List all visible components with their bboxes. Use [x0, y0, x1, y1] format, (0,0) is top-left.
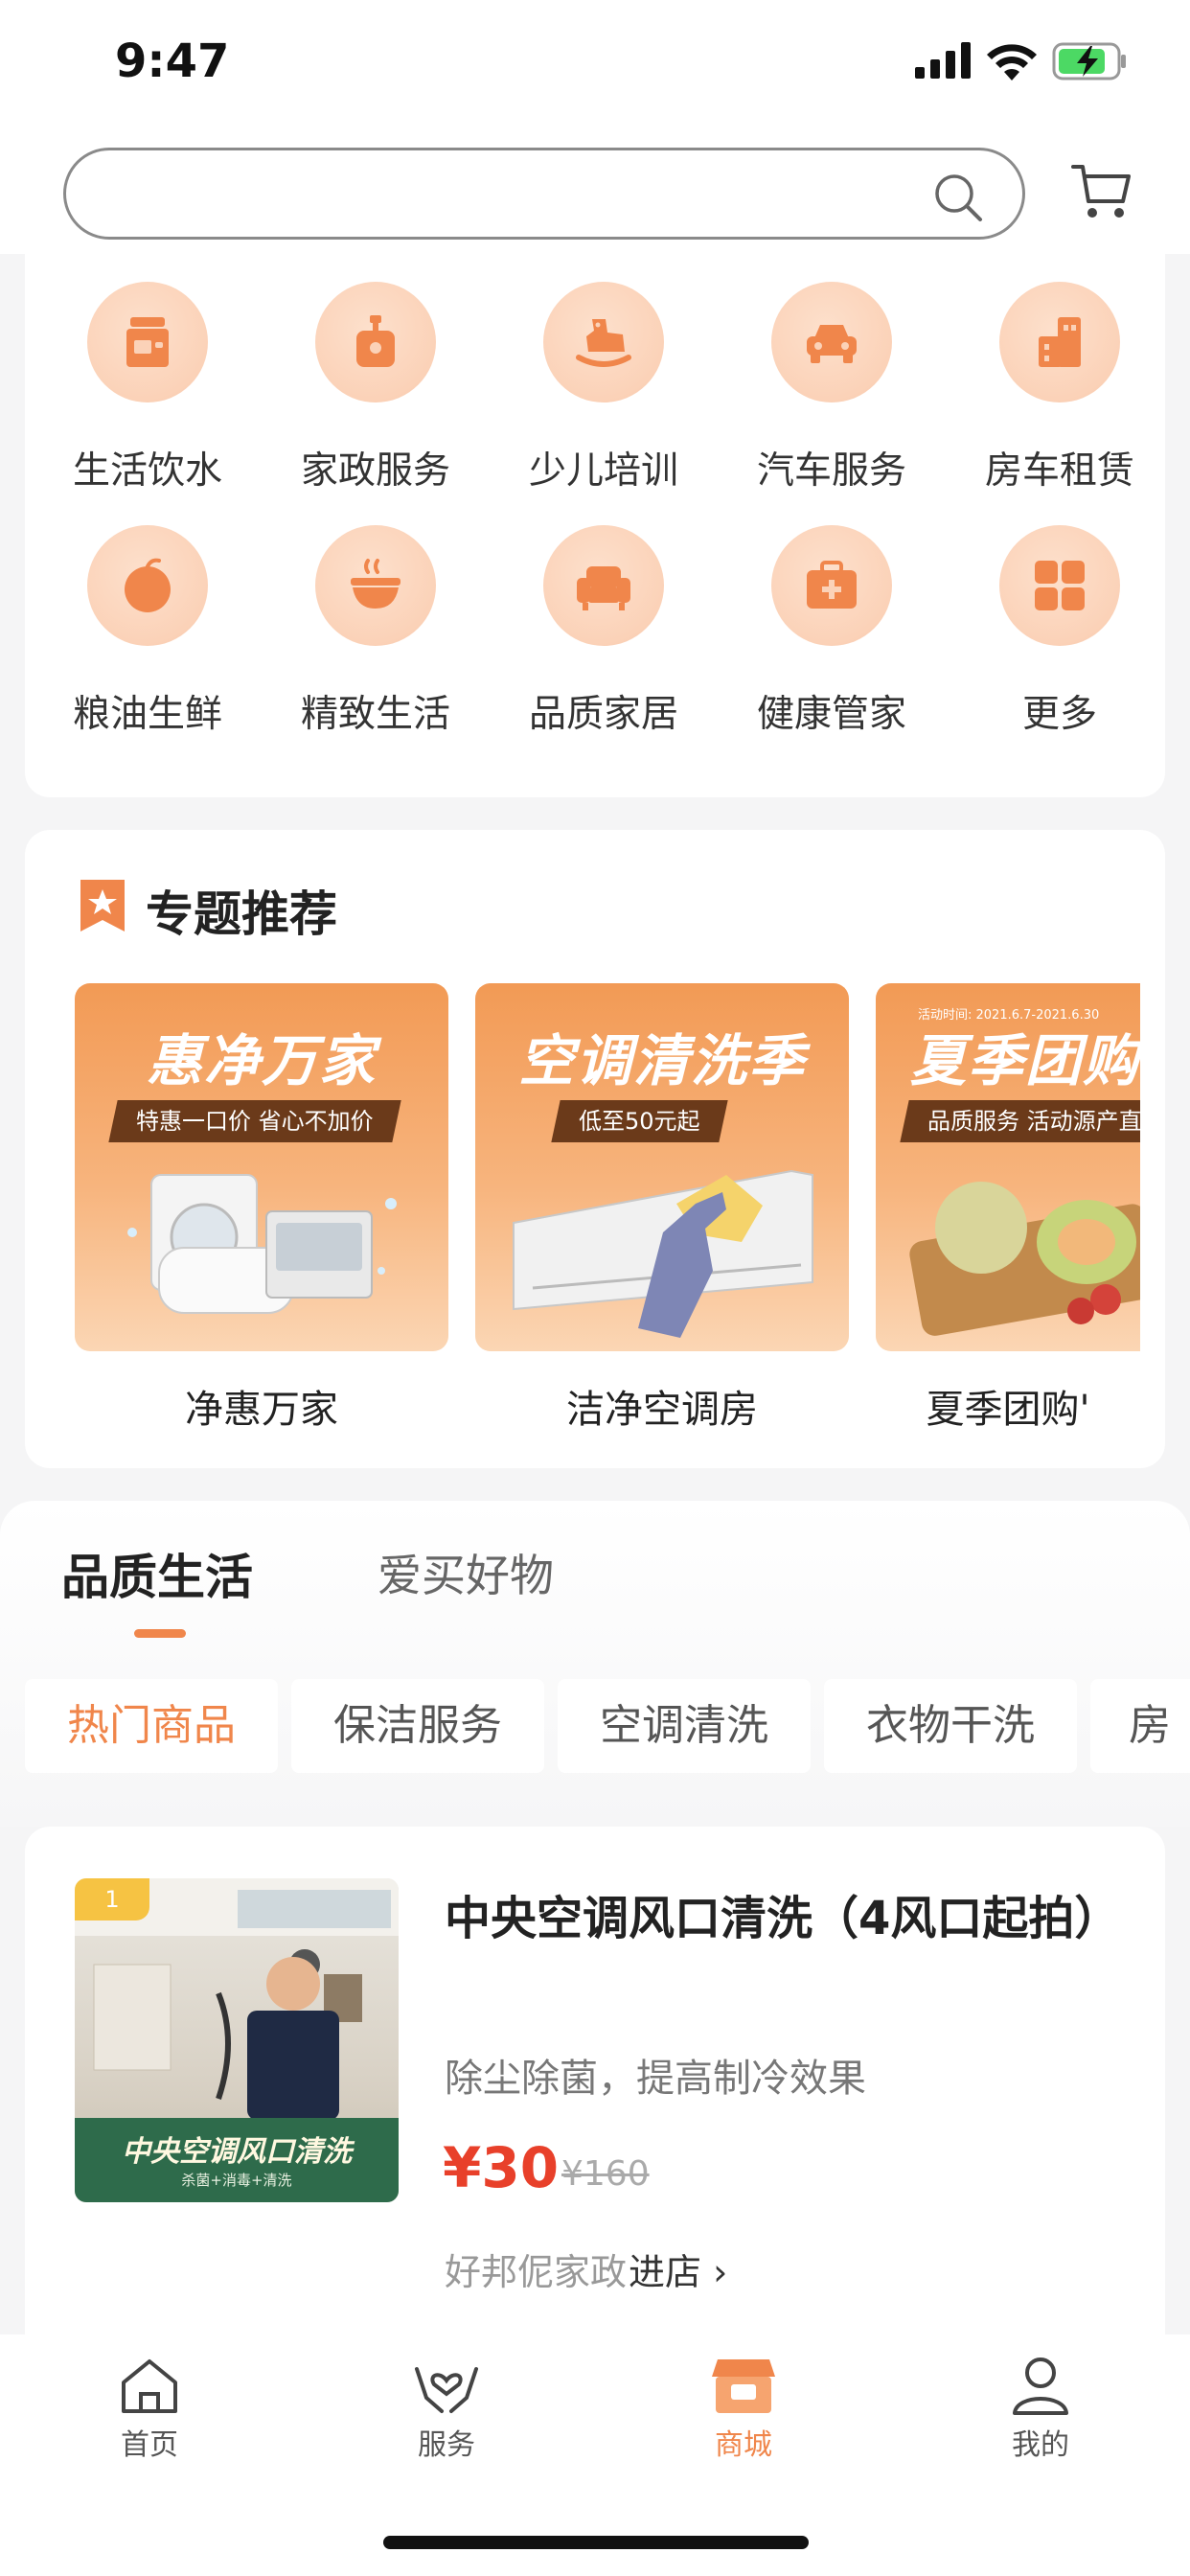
nav-label: 首页 [121, 2428, 178, 2462]
category-item-quality-home[interactable]: 品质家居 [498, 525, 709, 755]
medical-kit-icon [807, 561, 857, 609]
category-label: 生活饮水 [72, 449, 222, 493]
tab-quality-life[interactable]: 品质生活 [61, 1539, 253, 1608]
category-item-fresh-food[interactable]: 粮油生鲜 [42, 525, 253, 755]
nav-store[interactable]: 商城 [648, 2356, 839, 2463]
enter-shop-link[interactable]: 进店 › [629, 2242, 727, 2295]
nav-label: 服务 [418, 2428, 475, 2462]
active-tab-indicator [134, 1629, 186, 1638]
category-item-housekeeping[interactable]: 家政服务 [270, 282, 481, 512]
building-icon [1039, 317, 1081, 367]
chip-partial[interactable]: 房 [1090, 1679, 1190, 1773]
category-item-rv-rental[interactable]: 房车租赁 [954, 282, 1165, 512]
product-description: 除尘除菌，提高制冷效果 [445, 2057, 866, 2101]
wifi-icon [987, 44, 1037, 80]
category-item-kids-training[interactable]: 少儿培训 [498, 282, 709, 512]
profile-icon [1013, 2358, 1068, 2415]
car-icon [807, 325, 857, 363]
topic-banner-1[interactable]: 惠净万家 特惠一口价 省心不加价 [75, 983, 448, 1351]
topic-banner-3[interactable]: 活动时间: 2021.6.7-2021.6.30 夏季团购 品质服务 活动源产直… [876, 983, 1140, 1351]
bowl-icon [351, 559, 400, 609]
product-price: ¥30 [443, 2135, 560, 2200]
chip-cleaning-service[interactable]: 保洁服务 [291, 1679, 544, 1773]
tab-good-buys[interactable]: 爱买好物 [378, 1541, 554, 1604]
topic-name: 净惠万家 [185, 1388, 338, 1432]
chip-ac-cleaning[interactable]: 空调清洗 [558, 1679, 811, 1773]
category-label: 更多 [1021, 693, 1097, 736]
sofa-icon [577, 566, 630, 610]
category-item-refined-life[interactable]: 精致生活 [270, 525, 481, 755]
apple-icon [125, 558, 171, 612]
home-icon [122, 2359, 177, 2413]
chip-dry-cleaning[interactable]: 衣物干洗 [824, 1679, 1077, 1773]
nav-label: 商城 [715, 2428, 772, 2462]
status-bar: 9:47 [0, 0, 1190, 134]
product-tabs-section: 品质生活 爱买好物 热门商品 保洁服务 空调清洗 衣物干洗 房 [0, 1501, 1190, 1827]
home-indicator [383, 2536, 809, 2549]
category-item-more[interactable]: 更多 [954, 525, 1165, 755]
air-conditioner-image [513, 1169, 813, 1338]
category-label: 精致生活 [300, 693, 450, 736]
water-dispenser-icon [126, 317, 169, 367]
cellular-signal-icon [915, 42, 971, 79]
cleaning-bottle-icon [356, 315, 395, 367]
shop-name: 好邦伲家政 [445, 2251, 628, 2293]
category-label: 品质家居 [528, 693, 678, 736]
search-input[interactable] [104, 168, 932, 223]
battery-charging-icon [1052, 42, 1126, 80]
product-original-price: ¥160 [561, 2154, 650, 2194]
status-time: 9:47 [115, 34, 230, 88]
product-card[interactable]: 1 中央空调风口清洗 杀菌+消毒+清洗 中央空调风口清洗（4风口起拍） 除尘除菌… [25, 1827, 1165, 2334]
nav-label: 我的 [1012, 2428, 1069, 2462]
section-title: 专题推荐 [146, 886, 337, 942]
category-item-health[interactable]: 健康管家 [726, 525, 937, 755]
category-label: 少儿培训 [528, 449, 678, 493]
nav-service[interactable]: 服务 [351, 2356, 542, 2463]
category-label: 房车租赁 [984, 449, 1134, 493]
product-image: 1 中央空调风口清洗 杀菌+消毒+清洗 [75, 1878, 399, 2202]
category-item-car-service[interactable]: 汽车服务 [726, 282, 937, 512]
category-label: 汽车服务 [756, 449, 906, 493]
nav-profile[interactable]: 我的 [945, 2356, 1136, 2463]
grid-icon [1035, 561, 1085, 610]
category-label: 健康管家 [756, 693, 906, 736]
rank-badge: 1 [75, 1878, 149, 1920]
service-hands-icon [415, 2367, 478, 2413]
category-label: 粮油生鲜 [72, 693, 222, 736]
product-image-banner: 中央空调风口清洗 杀菌+消毒+清洗 [75, 2118, 399, 2202]
product-title[interactable]: 中央空调风口清洗（4风口起拍） [445, 1884, 1134, 1953]
cart-icon[interactable] [1071, 161, 1133, 222]
category-label: 家政服务 [300, 449, 450, 493]
nav-home[interactable]: 首页 [54, 2356, 245, 2463]
search-bar[interactable] [63, 148, 1025, 240]
category-item-drinking-water[interactable]: 生活饮水 [42, 282, 253, 512]
search-icon[interactable] [932, 172, 984, 223]
topic-name: 夏季团购' [926, 1388, 1090, 1432]
chip-hot-products[interactable]: 热门商品 [25, 1679, 278, 1773]
appliance-image [127, 1174, 397, 1314]
fruit-image [909, 1182, 1140, 1336]
topic-banner-2[interactable]: 空调清洗季 低至50元起 [475, 983, 849, 1351]
rocking-horse-icon [576, 319, 631, 367]
category-grid: 生活饮水 家政服务 少儿培训 汽车服务 房车租赁 粮油生鲜 精致生活 品质家居 … [25, 242, 1165, 797]
topic-recommendations: 专题推荐 惠净万家 特惠一口价 省心不加价 净惠万家 空调清洗季 低至50元起 … [25, 830, 1165, 1468]
bookmark-star-icon [80, 880, 125, 932]
search-header [0, 134, 1190, 254]
store-icon [712, 2359, 775, 2413]
topic-name: 洁净空调房 [566, 1388, 758, 1432]
